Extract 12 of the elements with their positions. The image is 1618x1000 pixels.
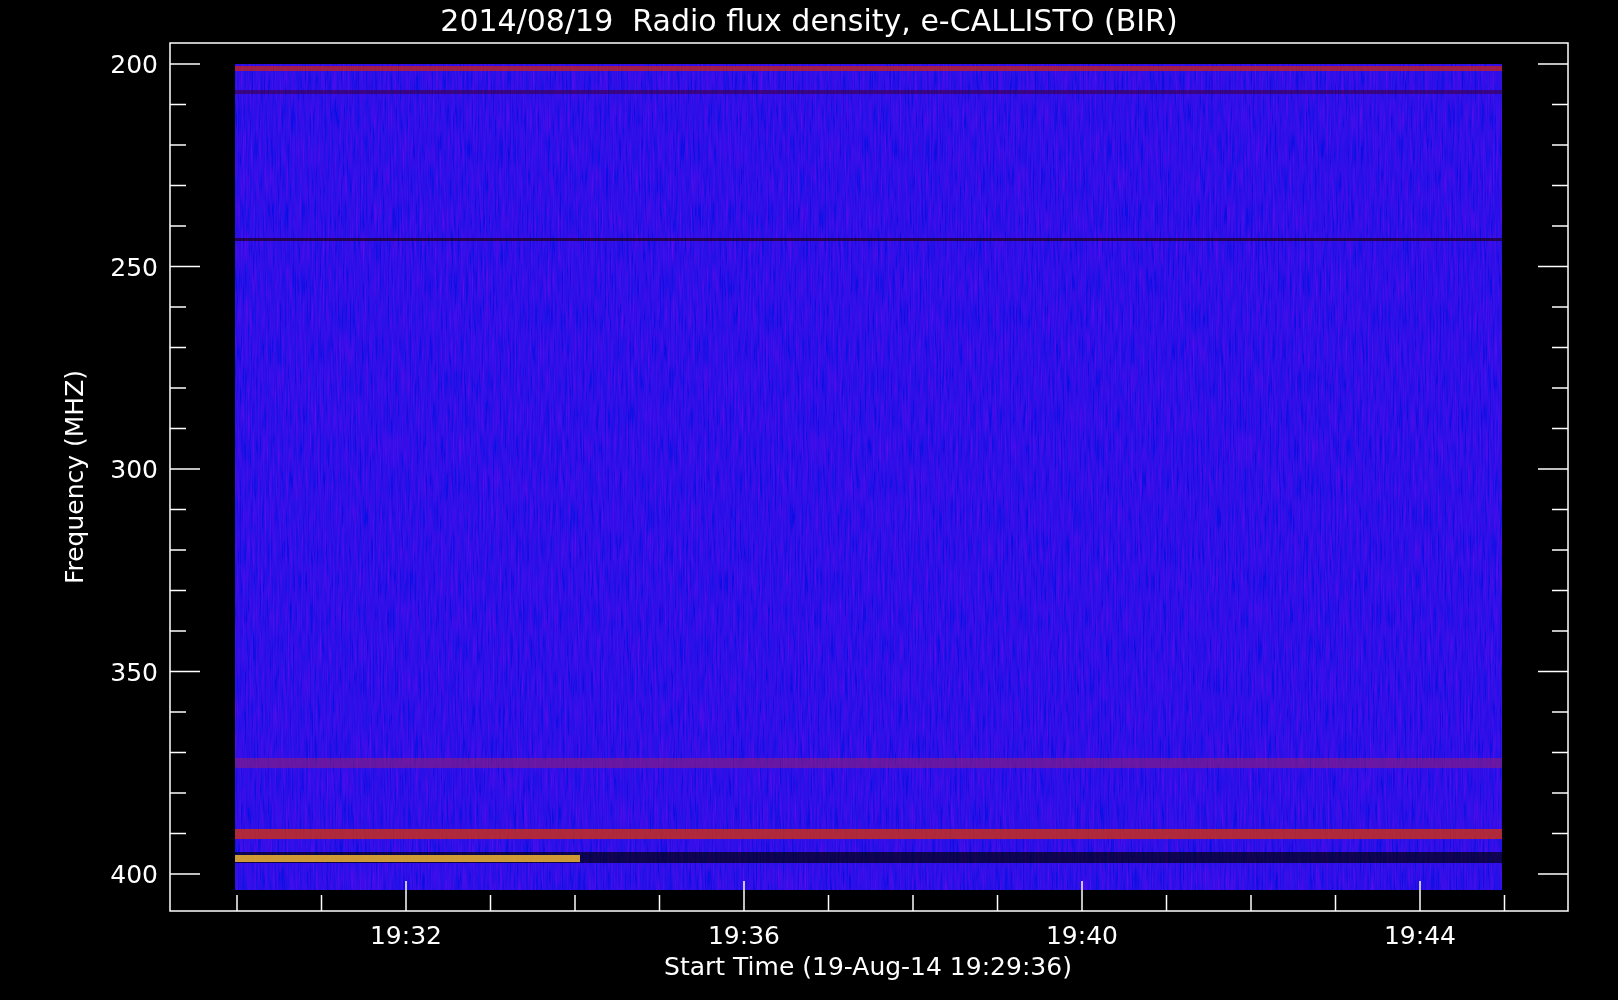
y-tick-label: 400 (110, 860, 158, 889)
y-tick-label: 200 (110, 50, 158, 79)
y-tick-label: 350 (110, 657, 158, 687)
x-tick-label: 19:36 (708, 921, 780, 950)
x-tick-label: 19:40 (1046, 921, 1118, 950)
x-axis-label: Start Time (19-Aug-14 19:29:36) (664, 952, 1072, 981)
x-tick-label: 19:44 (1384, 921, 1456, 950)
y-tick-label: 250 (110, 252, 158, 282)
x-tick-label: 19:32 (370, 921, 442, 950)
plot-title: 2014/08/19 Radio flux density, e-CALLISTO (BIR) (440, 3, 1178, 38)
y-axis-label: Frequency (MHZ) (60, 369, 89, 585)
y-tick-label: 300 (110, 455, 158, 484)
